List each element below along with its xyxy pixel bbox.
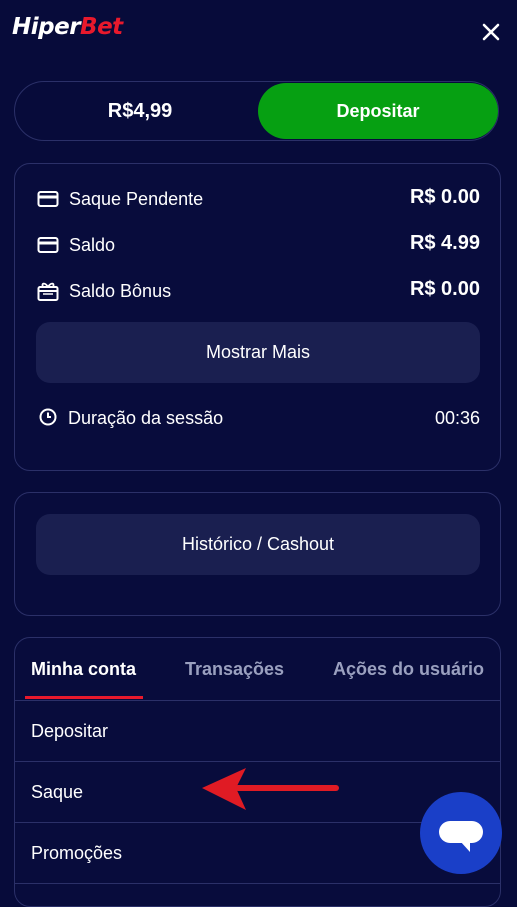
menu-item-label: Saque: [31, 782, 84, 802]
balance-row-bonus: Saldo Bônus R$ 0.00: [37, 276, 480, 306]
account-tabs: Minha conta Transações Ações do usuário: [15, 638, 500, 701]
balance-label: Saldo Bônus: [69, 281, 172, 301]
hiperbet-logo: HiperBet: [12, 14, 123, 40]
balance-card: Saque Pendente R$ 0.00 Saldo R$ 4.99 Sal…: [14, 163, 501, 471]
history-card: Histórico / Cashout: [14, 492, 501, 616]
show-more-button[interactable]: Mostrar Mais: [36, 322, 480, 383]
balance-label: Saque Pendente: [69, 189, 204, 209]
chat-bubble-icon: [439, 821, 483, 852]
tab-minha-conta[interactable]: Minha conta: [31, 659, 136, 680]
gift-icon: [37, 282, 59, 301]
chat-button[interactable]: [420, 792, 502, 874]
red-arrow-icon: [202, 768, 339, 810]
session-label: Duração da sessão: [68, 408, 224, 428]
card-icon: [37, 237, 59, 253]
menu-item-label: Depositar: [31, 721, 109, 741]
wallet-bar: R$4,99 Depositar: [14, 81, 499, 141]
deposit-button[interactable]: Depositar: [258, 83, 498, 139]
wallet-balance: R$4,99: [107, 100, 173, 122]
tab-transacoes[interactable]: Transações: [185, 659, 284, 680]
session-value: 00:36: [434, 408, 480, 428]
card-icon: [37, 191, 59, 207]
balance-label: Saldo: [69, 235, 116, 255]
close-icon[interactable]: [478, 19, 504, 45]
balance-value: R$ 4.99: [409, 232, 480, 254]
session-duration-row: Duração da sessão 00:36: [39, 404, 480, 434]
balance-value: R$ 0.00: [409, 186, 480, 208]
balance-value: R$ 0.00: [409, 278, 480, 300]
history-cashout-button[interactable]: Histórico / Cashout: [36, 514, 480, 575]
menu-item-label: Promoções: [31, 843, 123, 863]
balance-row-saldo: Saldo R$ 4.99: [37, 230, 480, 260]
tab-acoes-do-usuario[interactable]: Ações do usuário: [333, 659, 484, 680]
clock-icon: [39, 408, 57, 426]
active-tab-indicator: [25, 696, 143, 699]
balance-row-pending-withdrawal: Saque Pendente R$ 0.00: [37, 184, 480, 214]
menu-item-depositar[interactable]: Depositar: [15, 701, 500, 762]
